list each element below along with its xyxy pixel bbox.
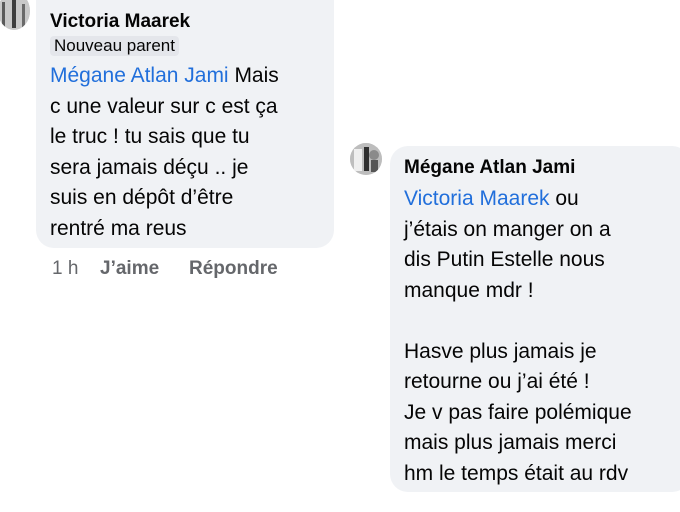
badge-row: Nouveau parent: [50, 34, 334, 56]
comment-line: c une valeur sur c est ça: [50, 94, 278, 118]
avatar-victoria-maarek[interactable]: [0, 0, 30, 30]
comment-line: mais plus jamais merci: [404, 431, 617, 454]
reply-button[interactable]: Répondre: [189, 258, 278, 280]
comment-bubble: Mégane Atlan Jami Victoria Maarek ou j’é…: [390, 146, 680, 492]
profile-photo-icon: [0, 0, 30, 30]
author-badge: Nouveau parent: [50, 36, 179, 56]
mention-link[interactable]: Mégane Atlan Jami: [50, 64, 229, 87]
comment-author[interactable]: Mégane Atlan Jami: [404, 156, 680, 180]
comment-line: j’étais on manger on a: [404, 217, 611, 241]
comment-line: manque mdr !: [404, 278, 534, 302]
mention-link[interactable]: Victoria Maarek: [404, 187, 550, 210]
comment-line: suis en dépôt d’être: [50, 186, 234, 209]
profile-photo-icon: [350, 143, 382, 175]
comment-line: Je v pas faire polémique: [404, 400, 632, 424]
comment-author[interactable]: Victoria Maarek: [50, 10, 334, 34]
comment-line: retourne ou j’ai été !: [404, 370, 590, 393]
comment-line: Hasve plus jamais je: [404, 339, 597, 363]
like-button[interactable]: J’aime: [100, 258, 159, 280]
comment-line: ou: [549, 187, 579, 210]
comment-line: hm le temps était au rdv: [404, 461, 629, 485]
comment-bubble: Victoria Maarek Nouveau parent Mégane At…: [36, 0, 334, 248]
comment-text: Victoria Maarek ou j’étais on manger on …: [404, 184, 680, 489]
comment-line: sera jamais déçu .. je: [50, 155, 249, 179]
comment-line: dis Putin Estelle nous: [404, 248, 605, 271]
comment-line: le truc ! tu sais que tu: [50, 125, 250, 148]
avatar-megane-atlan-jami[interactable]: [350, 143, 382, 175]
comment-text: Mégane Atlan Jami Mais c une valeur sur …: [50, 61, 334, 244]
timestamp[interactable]: 1 h: [52, 258, 78, 280]
comment-line: rentré ma reus: [50, 216, 187, 240]
comment-line: Mais: [228, 64, 279, 87]
comment-actions: 1 h J’aime Répondre: [52, 258, 332, 282]
